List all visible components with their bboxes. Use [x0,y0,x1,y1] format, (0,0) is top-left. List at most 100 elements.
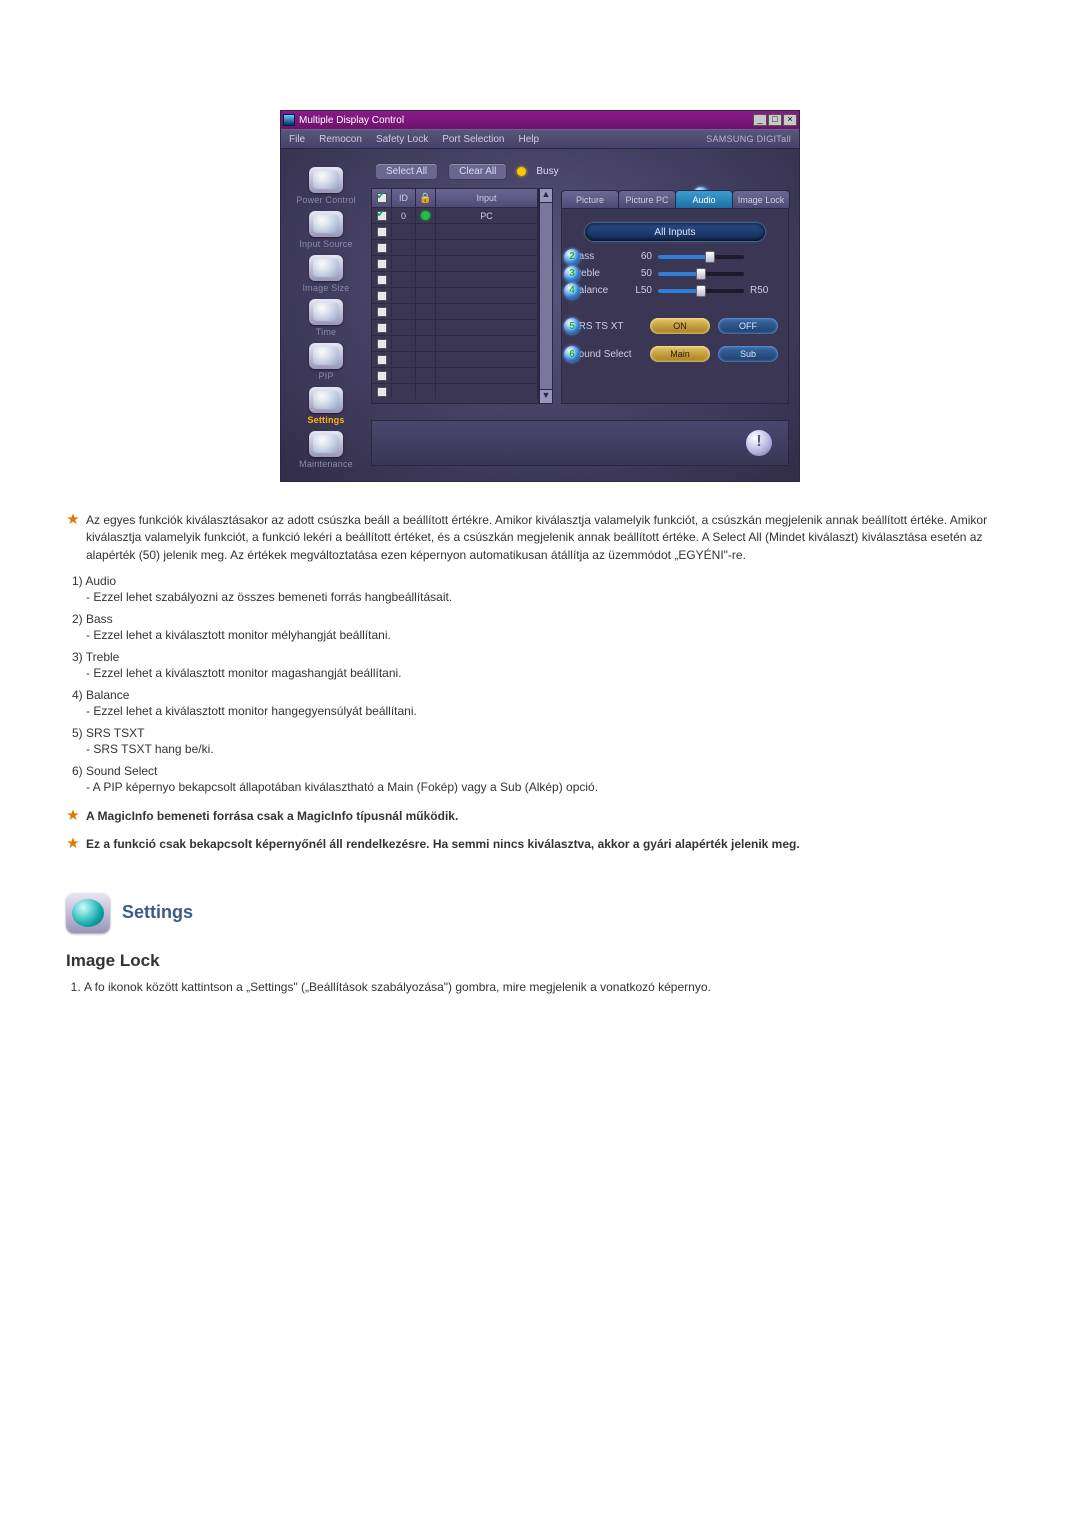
list-item-head: 6) Sound Select [72,764,1014,778]
tab-image-lock[interactable]: Image Lock [732,190,790,208]
cell-input [436,336,538,351]
checkbox-icon [377,193,387,203]
sound-sub-button[interactable]: Sub [718,346,778,362]
checkbox-icon[interactable] [377,211,387,221]
checkbox-icon[interactable] [377,291,387,301]
table-row[interactable] [372,239,538,255]
brand-label: SAMSUNG DIGITall [706,134,791,144]
sound-main-button[interactable]: Main [650,346,710,362]
cell-input [436,320,538,335]
cell-id [392,240,416,255]
table-row[interactable] [372,367,538,383]
sidebar-item-settings[interactable]: Settings [307,387,344,425]
table-row[interactable] [372,351,538,367]
table-row[interactable] [372,271,538,287]
status-led-icon [421,211,430,220]
sidebar-item-power-control[interactable]: Power Control [296,167,356,205]
cell-input [436,272,538,287]
sidebar-item-time[interactable]: Time [309,299,343,337]
callout-6: 6 [564,346,580,362]
sidebar-icon [309,299,343,325]
sidebar-item-maintenance[interactable]: Maintenance [299,431,353,469]
table-row[interactable]: 0PC [372,207,538,223]
checkbox-icon[interactable] [377,355,387,365]
menu-port-selection[interactable]: Port Selection [442,134,504,145]
titlebar: Multiple Display Control _ □ × [281,111,799,129]
sidebar-item-input-source[interactable]: Input Source [299,211,352,249]
menu-help[interactable]: Help [518,134,539,145]
close-button[interactable]: × [783,114,797,126]
srs-off-button[interactable]: OFF [718,318,778,334]
checkbox-icon[interactable] [377,371,387,381]
menubar: File Remocon Safety Lock Port Selection … [281,129,799,149]
tab-audio[interactable]: Audio [675,190,733,208]
callout-3: 3 [564,266,580,282]
checkbox-icon[interactable] [377,307,387,317]
app-icon [283,114,295,126]
table-row[interactable] [372,319,538,335]
table-row[interactable] [372,303,538,319]
checkbox-icon[interactable] [377,323,387,333]
callout-5: 5 [564,318,580,334]
star-icon [66,836,80,853]
list-item-head: 2) Bass [72,612,1014,626]
cell-id [392,272,416,287]
table-row[interactable] [372,335,538,351]
checkbox-icon[interactable] [377,387,387,397]
balance-slider[interactable] [658,289,744,293]
table-row[interactable] [372,255,538,271]
cell-input [436,256,538,271]
list-item: 3) Treble- Ezzel lehet a kiválasztott mo… [72,650,1014,680]
table-row[interactable] [372,287,538,303]
list-item-sub: - Ezzel lehet a kiválasztott monitor mag… [86,666,1014,680]
checkbox-icon[interactable] [377,259,387,269]
table-row[interactable] [372,223,538,239]
table-row[interactable] [372,383,538,399]
checkbox-icon[interactable] [377,243,387,253]
cell-input: PC [436,208,538,223]
select-all-button[interactable]: Select All [375,163,438,180]
checkbox-icon[interactable] [377,275,387,285]
scroll-up-button[interactable]: ▲ [540,189,552,203]
menu-safety-lock[interactable]: Safety Lock [376,134,428,145]
sidebar-item-pip[interactable]: PIP [309,343,343,381]
clear-all-button[interactable]: Clear All [448,163,507,180]
grid-scrollbar[interactable]: ▲ ▼ [539,188,553,404]
grid-header-checkbox[interactable] [372,189,392,207]
cell-id [392,224,416,239]
srs-label: SRS TS XT [572,321,642,332]
sidebar: Power Control Input Source Image Size Time P… [281,149,371,481]
settings-section-icon [66,893,110,933]
audio-panel: All Inputs 2 Bass 60 3 Treble [561,208,789,404]
menu-remocon[interactable]: Remocon [319,134,362,145]
callout-4: 4 [564,283,580,299]
treble-slider[interactable] [658,272,744,276]
tab-picture-pc[interactable]: Picture PC [618,190,676,208]
menu-file[interactable]: File [289,134,305,145]
cell-input [436,224,538,239]
sidebar-icon [309,431,343,457]
sidebar-item-image-size[interactable]: Image Size [302,255,349,293]
sidebar-item-label: Power Control [296,195,356,205]
list-item-sub: - Ezzel lehet a kiválasztott monitor mél… [86,628,1014,642]
bass-slider[interactable] [658,255,744,259]
scroll-down-button[interactable]: ▼ [540,389,552,403]
srs-on-button[interactable]: ON [650,318,710,334]
cell-input [436,304,538,319]
all-inputs-button[interactable]: All Inputs [585,223,765,241]
status-footer [371,420,789,466]
list-item-sub: - Ezzel lehet szabályozni az összes beme… [86,590,1014,604]
list-item: 4) Balance- Ezzel lehet a kiválasztott m… [72,688,1014,718]
maximize-button[interactable]: □ [768,114,782,126]
checkbox-icon[interactable] [377,339,387,349]
display-grid: ID 🔒 Input 0PC [371,188,539,404]
minimize-button[interactable]: _ [753,114,767,126]
star-icon [66,512,80,564]
sound-select-label: Sound Select [572,349,642,360]
cell-input [436,368,538,383]
lock-icon: 🔒 [419,193,431,204]
sidebar-icon [309,343,343,369]
checkbox-icon[interactable] [377,227,387,237]
app-window: Multiple Display Control _ □ × File Remo… [280,110,800,482]
tab-picture[interactable]: Picture [561,190,619,208]
